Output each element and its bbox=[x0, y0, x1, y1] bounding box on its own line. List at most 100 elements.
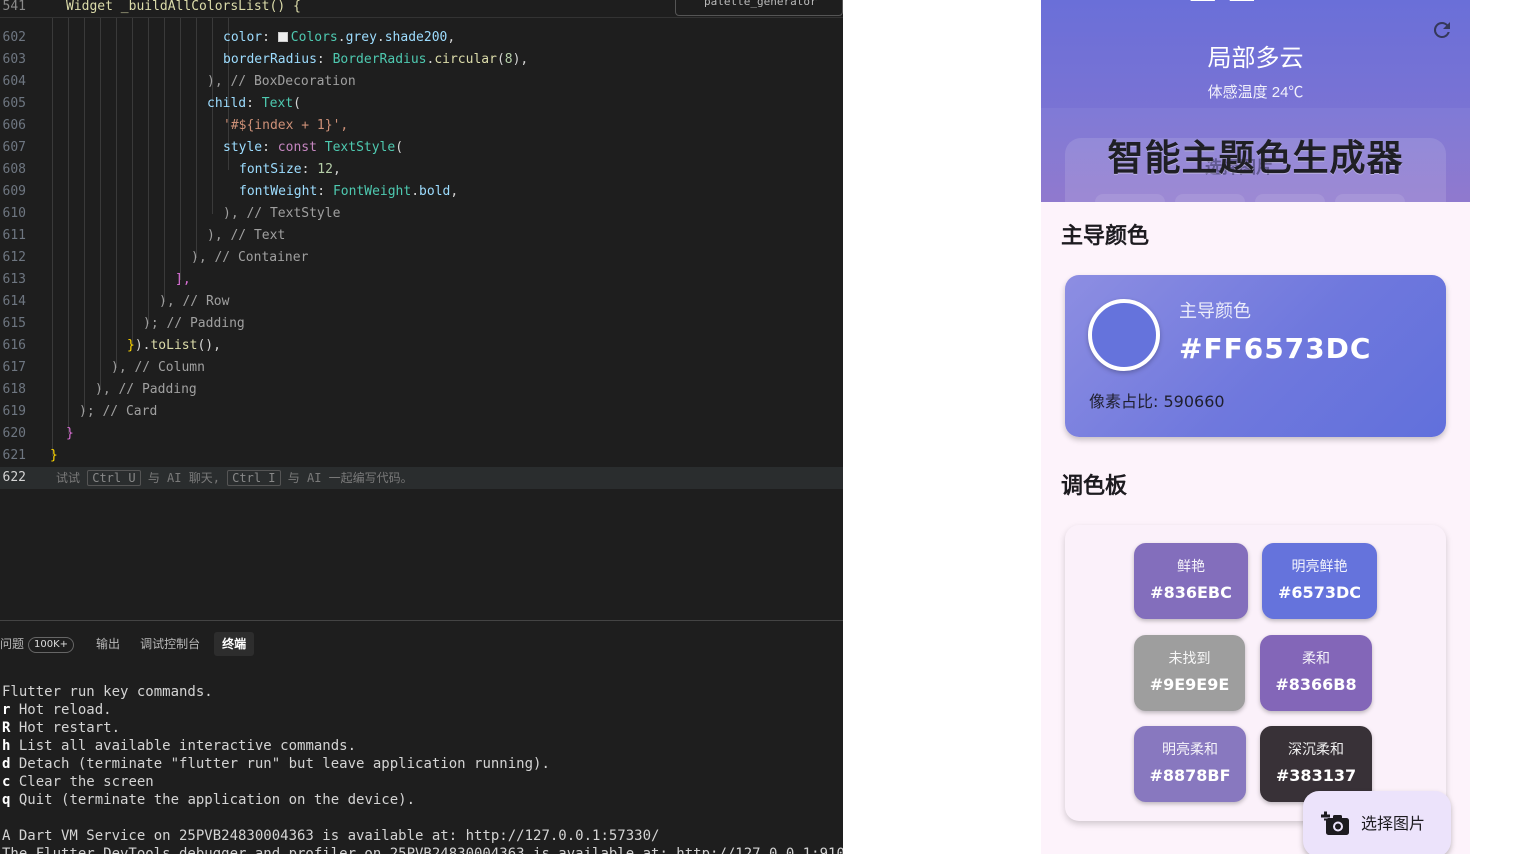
code-line[interactable]: 602 color: Colors.grey.shade200, bbox=[0, 27, 843, 49]
terminal-text: Hot restart. bbox=[10, 720, 121, 736]
code-line[interactable]: 617 ), // Column bbox=[0, 357, 843, 379]
line-text: ), // Container bbox=[191, 250, 309, 265]
line-text: ), // Text bbox=[207, 228, 286, 243]
palette-card: 鲜艳 #836EBC 明亮鲜艳 #6573DC 未找到 #9E9E9E 柔和 #… bbox=[1065, 525, 1446, 821]
terminal-line: Flutter run key commands. bbox=[2, 683, 843, 701]
line-number: 605 bbox=[2, 96, 26, 111]
code-line[interactable]: 606 '#${index + 1}', bbox=[0, 115, 843, 137]
terminal-text: List all available interactive commands. bbox=[10, 738, 357, 754]
file-tab[interactable]: palette_generator bbox=[675, 0, 843, 16]
line-text: ), // Padding bbox=[95, 382, 197, 397]
code-line[interactable]: 605 child: Text( bbox=[0, 93, 843, 115]
code-line[interactable]: 621 } bbox=[0, 445, 843, 467]
code-line[interactable]: 611 ), // Text bbox=[0, 225, 843, 247]
color-swatch-icon bbox=[277, 32, 288, 42]
line-text: ); // Card bbox=[79, 404, 158, 419]
line-number: 614 bbox=[2, 294, 26, 309]
terminal-line: q Quit (terminate the application on the… bbox=[2, 791, 843, 809]
problems-count-badge: 100K+ bbox=[28, 637, 75, 653]
line-text: '#${index + 1}', bbox=[223, 118, 349, 133]
line-number: 619 bbox=[2, 404, 26, 419]
line-text: }).toList(), bbox=[127, 338, 221, 353]
hint-text: 试试 bbox=[56, 471, 88, 485]
terminal-line: h List all available interactive command… bbox=[2, 737, 843, 755]
pick-image-button[interactable]: 选择图片 bbox=[1303, 791, 1451, 854]
code-line[interactable]: 619 ); // Card bbox=[0, 401, 843, 423]
line-number: 618 bbox=[2, 382, 26, 397]
palette-chip-light-muted[interactable]: 明亮柔和 #8878BF bbox=[1134, 726, 1246, 802]
shortcut-inline: Ctrl I bbox=[227, 470, 281, 486]
code-line[interactable]: 609 fontWeight: FontWeight.bold, bbox=[0, 181, 843, 203]
line-text: color: Colors.grey.shade200, bbox=[223, 30, 456, 45]
pixel-ratio-text: 像素占比: 590660 bbox=[1089, 392, 1225, 411]
code-line[interactable]: 620 } bbox=[0, 423, 843, 445]
ghost-pill bbox=[1335, 194, 1405, 202]
line-text: borderRadius: BorderRadius.circular(8), bbox=[223, 52, 529, 67]
code-line[interactable]: 614 ), // Row bbox=[0, 291, 843, 313]
code-line[interactable]: 604 ), // BoxDecoration bbox=[0, 71, 843, 93]
palette-chip-dark-vibrant[interactable]: 未找到 #9E9E9E bbox=[1134, 635, 1245, 711]
hint-text: 与 AI 聊天, bbox=[140, 471, 228, 485]
code-line[interactable]: 618 ), // Padding bbox=[0, 379, 843, 401]
line-text: fontWeight: FontWeight.bold, bbox=[239, 184, 459, 199]
code-line[interactable]: 603 borderRadius: BorderRadius.circular(… bbox=[0, 49, 843, 71]
chip-hex: #383137 bbox=[1275, 766, 1357, 785]
tab-terminal[interactable]: 终端 bbox=[214, 632, 255, 656]
line-text: ], bbox=[175, 272, 191, 287]
terminal-text: Hot reload. bbox=[10, 702, 112, 718]
tab-output[interactable]: 输出 bbox=[96, 632, 120, 656]
line-number: 613 bbox=[2, 272, 26, 287]
sticky-line-number: 541 bbox=[2, 0, 26, 14]
line-number: 606 bbox=[2, 118, 26, 133]
palette-chip-muted[interactable]: 柔和 #8366B8 bbox=[1260, 635, 1372, 711]
terminal-text: The Flutter DevTools debugger and profil… bbox=[2, 846, 843, 854]
pick-image-label: 选择图片 bbox=[1361, 814, 1426, 833]
code-line[interactable]: 612 ), // Container bbox=[0, 247, 843, 269]
tab-problems[interactable]: 问题 100K+ bbox=[0, 632, 75, 656]
palette-chip-light-vibrant[interactable]: 明亮鲜艳 #6573DC bbox=[1262, 543, 1377, 619]
line-number: 615 bbox=[2, 316, 26, 331]
line-number: 603 bbox=[2, 52, 26, 67]
chip-hex: #6573DC bbox=[1278, 583, 1361, 602]
line-text: ), // BoxDecoration bbox=[207, 74, 356, 89]
code-line[interactable]: 610 ), // TextStyle bbox=[0, 203, 843, 225]
code-line[interactable]: 608 fontSize: 12, bbox=[0, 159, 843, 181]
palette-chip-vibrant[interactable]: 鲜艳 #836EBC bbox=[1134, 543, 1248, 619]
terminal-line: d Detach (terminate "flutter run" but le… bbox=[2, 755, 843, 773]
code-editor[interactable]: 541 Widget _buildAllColorsList() { palet… bbox=[0, 0, 843, 854]
terminal-line: The Flutter DevTools debugger and profil… bbox=[2, 845, 843, 854]
dominant-section-title: 主导颜色 bbox=[1061, 224, 1150, 249]
code-line[interactable]: 613 ], bbox=[0, 269, 843, 291]
file-tab-label: palette_generator bbox=[704, 0, 817, 8]
code-lines[interactable]: 602 color: Colors.grey.shade200, 603 bor… bbox=[0, 27, 843, 489]
ghost-pill bbox=[1175, 194, 1245, 202]
chip-name: 柔和 bbox=[1302, 651, 1330, 667]
terminal-text: A Dart VM Service on 25PVB24830004363 is… bbox=[2, 828, 660, 844]
code-line[interactable]: 615 ); // Padding bbox=[0, 313, 843, 335]
line-number: 604 bbox=[2, 74, 26, 89]
tab-debug-console[interactable]: 调试控制台 bbox=[140, 632, 200, 656]
dominant-color-label: 主导颜色 bbox=[1179, 301, 1251, 322]
chip-hex: #836EBC bbox=[1150, 583, 1232, 602]
sticky-line-text: Widget _buildAllColorsList() { bbox=[66, 0, 301, 14]
shortcut-chat: Ctrl U bbox=[87, 470, 141, 486]
terminal-text: Detach (terminate "flutter run" but leav… bbox=[10, 756, 550, 772]
weather-header: 22 局部多云 体感温度 24℃ 选择图片 智能主题色生成器 bbox=[1041, 0, 1470, 202]
chip-hex: #8366B8 bbox=[1275, 675, 1357, 694]
weather-condition: 局部多云 bbox=[1207, 45, 1304, 72]
line-number: 610 bbox=[2, 206, 26, 221]
panel-tabs: 问题 100K+ 输出 调试控制台 终端 bbox=[0, 632, 274, 656]
terminal-output[interactable]: Flutter run key commands. r Hot reload. R … bbox=[2, 683, 843, 854]
line-text: child: Text( bbox=[207, 96, 301, 111]
line-text: fontSize: 12, bbox=[239, 162, 341, 177]
refresh-icon[interactable] bbox=[1430, 18, 1454, 42]
chip-name: 明亮鲜艳 bbox=[1291, 559, 1348, 575]
dominant-color-card[interactable]: 主导颜色 #FF6573DC 像素占比: 590660 bbox=[1065, 275, 1446, 437]
code-line[interactable]: 616 }).toList(), bbox=[0, 335, 843, 357]
current-code-line[interactable]: 622 试试 Ctrl U 与 AI 聊天, Ctrl I 与 AI 一起编写代… bbox=[0, 467, 843, 489]
line-text: } bbox=[50, 448, 58, 463]
code-line[interactable]: 607 style: const TextStyle( bbox=[0, 137, 843, 159]
line-number: 602 bbox=[2, 30, 26, 45]
chip-name: 明亮柔和 bbox=[1162, 742, 1218, 758]
